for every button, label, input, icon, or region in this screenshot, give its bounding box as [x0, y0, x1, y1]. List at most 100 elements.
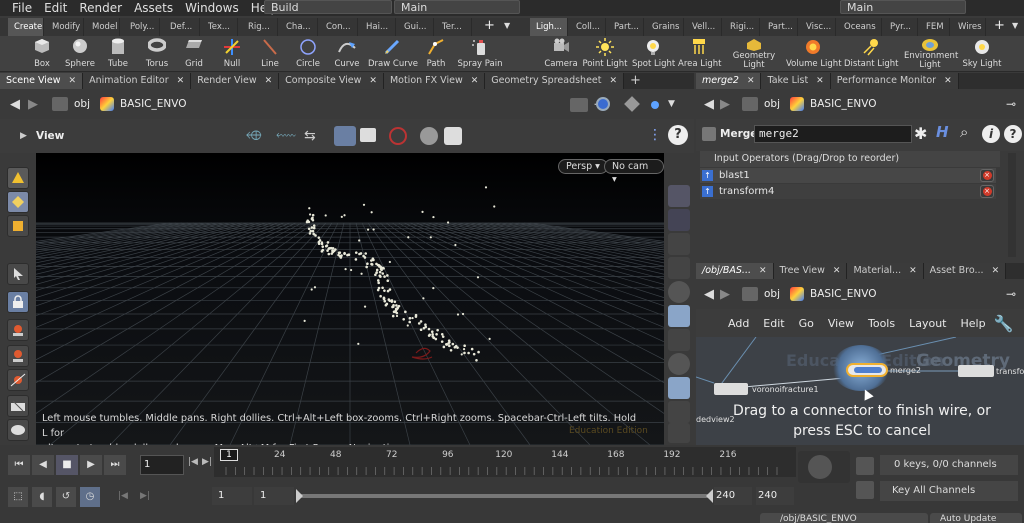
close-icon[interactable]: ✕ [747, 73, 755, 89]
houdini-help-icon[interactable]: H [936, 123, 949, 141]
network-path-obj[interactable]: obj [764, 288, 780, 300]
network-path-node[interactable]: BASIC_ENVO [810, 288, 876, 300]
lighting-icon[interactable] [668, 281, 690, 303]
close-icon[interactable]: ✕ [909, 263, 917, 279]
shelf-tab-rigid[interactable]: Rigi... [724, 18, 760, 36]
range-end-handle[interactable] [706, 489, 713, 503]
range-start-handle[interactable] [296, 489, 303, 503]
display-layers-icon[interactable] [668, 185, 690, 207]
shelf-tab-vellum[interactable]: Vell... [686, 18, 722, 36]
tool-volume-light[interactable]: Volume Light [786, 36, 842, 72]
shelf-tab-particle-fluids[interactable]: Part... [762, 18, 798, 36]
tool-geometry-light[interactable]: Geometry Light [728, 36, 780, 72]
go-to-start-icon[interactable]: ⏮ [8, 455, 30, 475]
view-cube-icon[interactable] [570, 98, 588, 112]
tool-tube[interactable]: Tube [102, 36, 134, 72]
tab-geometry-spreadsheet[interactable]: Geometry Spreadsheet ✕ [485, 73, 625, 89]
viewer-dropdown-icon[interactable]: ▼ [668, 99, 675, 109]
no-lighting-icon[interactable] [668, 353, 690, 375]
display-options-icon[interactable]: ⬲ [246, 128, 261, 144]
range-slider[interactable] [300, 494, 710, 498]
tab-merge2[interactable]: merge2 ✕ [696, 73, 762, 89]
gear-icon[interactable] [444, 127, 462, 145]
tool-draw-curve[interactable]: Draw Curve [368, 36, 418, 72]
shelf-tab-fem[interactable]: FEM [920, 18, 950, 36]
params-scrollbar[interactable] [1008, 153, 1016, 257]
go-to-end-icon[interactable]: ⏭ [104, 455, 126, 475]
desktop-select[interactable]: Build [264, 0, 392, 14]
camera-menu[interactable]: No cam ▾ [604, 159, 664, 185]
keyframe-icon[interactable] [856, 457, 874, 475]
shelf-tab-wires[interactable]: Wires [952, 18, 986, 36]
scene-viewport[interactable]: Persp ▾ No cam ▾ Left mouse tumbles. Mid… [36, 153, 664, 454]
tool-grid[interactable]: Grid [178, 36, 210, 72]
rotate-tool-icon[interactable] [7, 345, 29, 367]
tab-asset-browser[interactable]: Asset Bro... ✕ [923, 263, 1007, 279]
ghost-icon[interactable] [668, 233, 690, 255]
shelf-tab-viscous[interactable]: Visc... [800, 18, 836, 36]
merge2-node[interactable] [846, 363, 888, 377]
camera-menu-icon[interactable] [420, 127, 438, 145]
tool-camera[interactable]: Camera [544, 36, 578, 72]
play-reverse-icon[interactable]: ◀ [32, 455, 54, 475]
shelf-tab-terrain[interactable]: Ter... [436, 18, 472, 36]
lock-icon[interactable] [7, 291, 29, 313]
help-icon[interactable]: ? [1004, 125, 1022, 143]
step-back-icon[interactable]: |◀ [188, 457, 198, 467]
status-path[interactable]: /obj/BASIC_ENVO [760, 513, 928, 523]
auto-update-button[interactable]: Auto Update [930, 513, 1022, 523]
camera-view-icon[interactable] [668, 377, 690, 399]
transform-handle-icon[interactable]: ⇆ [304, 128, 316, 144]
global-animation-icon[interactable]: ⬚ [8, 487, 28, 507]
shelf-tab-guides[interactable]: Gui... [398, 18, 434, 36]
transform-node[interactable] [958, 365, 994, 377]
back-arrow-icon[interactable]: ◀ [704, 287, 714, 302]
network-menu-tools[interactable]: Tools [868, 317, 895, 330]
node-name-field[interactable]: merge2 [754, 125, 912, 143]
close-icon[interactable]: ✕ [759, 263, 767, 279]
jump-arrow-icon[interactable]: ↑ [702, 170, 713, 181]
params-path-obj[interactable]: obj [764, 98, 780, 110]
handle-tool-icon[interactable] [7, 395, 29, 417]
select-arrow-icon[interactable] [7, 263, 29, 285]
gear-icon[interactable]: ✱ [914, 124, 927, 143]
wrench-icon[interactable]: 🔧 [994, 314, 1014, 333]
close-icon[interactable]: ✕ [833, 263, 841, 279]
tab-network[interactable]: /obj/BAS... ✕ [696, 263, 774, 279]
persp-menu[interactable]: Persp ▾ [558, 159, 608, 174]
tool-line[interactable]: Line [254, 36, 286, 72]
shelf-tab-model[interactable]: Model [86, 18, 120, 36]
tab-scene-view[interactable]: Scene View ✕ [0, 73, 84, 89]
tool-circle[interactable]: Circle [292, 36, 324, 72]
render-region-icon[interactable] [360, 128, 376, 142]
info-icon[interactable]: i [982, 125, 1000, 143]
key-channels-select[interactable]: Key All Channels [880, 481, 1018, 501]
move-tool-icon[interactable] [7, 319, 29, 341]
close-icon[interactable]: ✕ [471, 73, 479, 89]
add-shelf-icon[interactable]: + [484, 18, 495, 33]
forward-arrow-icon[interactable]: ▶ [720, 97, 730, 112]
pose-tool-icon[interactable] [7, 419, 29, 441]
close-icon[interactable]: ✕ [992, 263, 1000, 279]
shading-icon[interactable] [668, 257, 690, 279]
network-menu-edit[interactable]: Edit [763, 317, 784, 330]
normal-icon[interactable] [668, 423, 690, 443]
tool-path[interactable]: Path [420, 36, 452, 72]
tab-motion-fx-view[interactable]: Motion FX View ✕ [383, 73, 486, 89]
network-menu-help[interactable]: Help [961, 317, 986, 330]
select-component-icon[interactable] [7, 191, 29, 213]
select-mode-icon[interactable]: ⬳ [276, 128, 296, 144]
tool-box[interactable]: Box [26, 36, 58, 72]
range-end-field[interactable]: 240 [756, 487, 794, 505]
select-object-icon[interactable] [7, 167, 29, 189]
close-icon[interactable]: ✕ [369, 73, 377, 89]
shelf-tab-deform[interactable]: Def... [164, 18, 200, 36]
tool-torus[interactable]: Torus [140, 36, 174, 72]
tab-material-palette[interactable]: Material... ✕ [847, 263, 924, 279]
close-icon[interactable]: ✕ [816, 73, 824, 89]
play-icon[interactable]: ▶ [80, 455, 102, 475]
tool-curve[interactable]: Curve [330, 36, 364, 72]
shelf-tab-grains[interactable]: Grains [646, 18, 684, 36]
pin-icon[interactable]: ⊸ [1006, 287, 1016, 301]
current-frame-field[interactable]: 1 [140, 455, 184, 475]
